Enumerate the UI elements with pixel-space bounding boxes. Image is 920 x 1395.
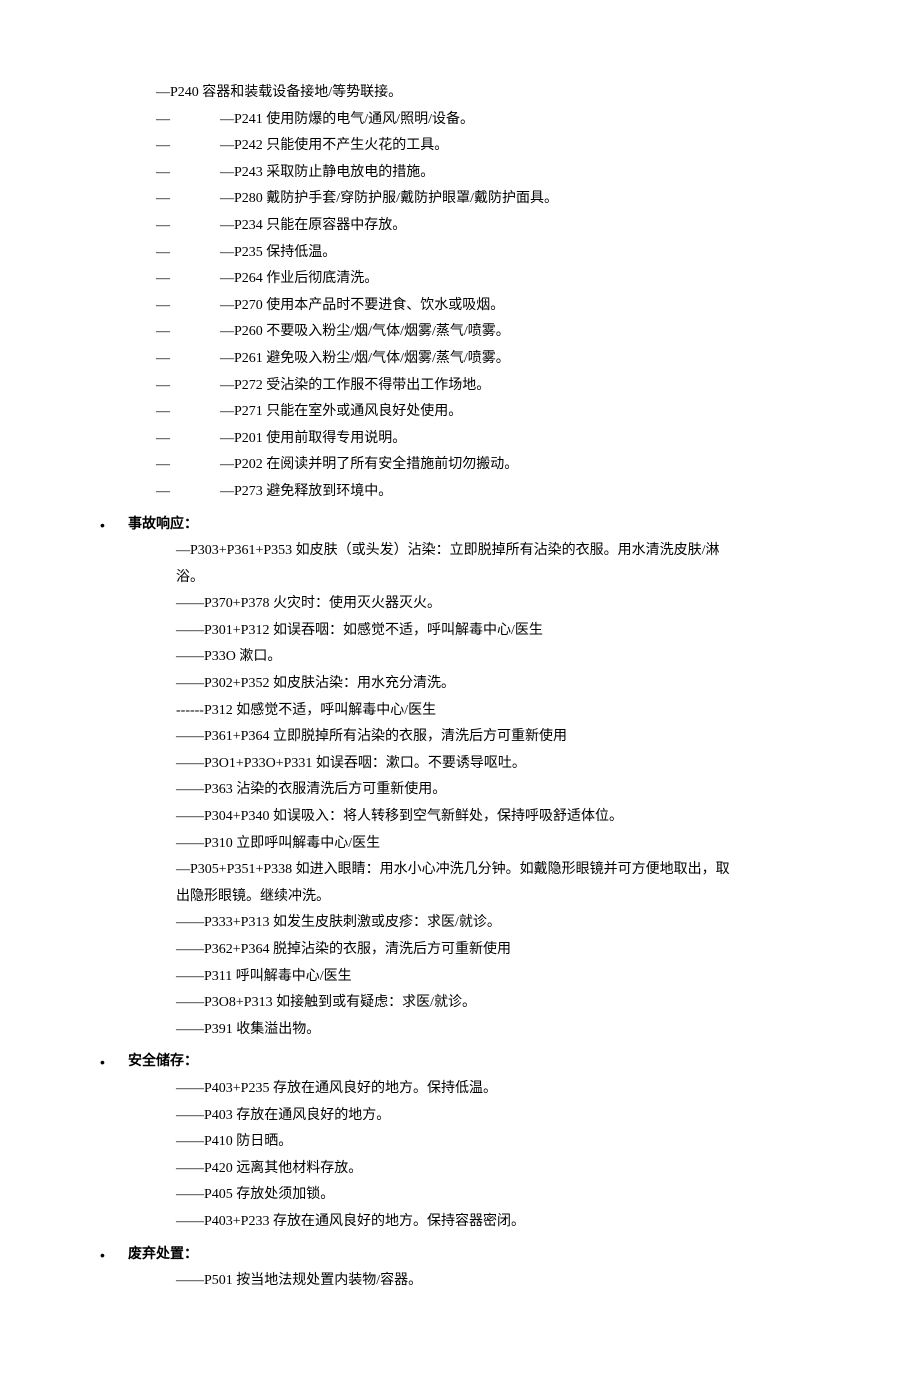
precaution-text: —P234 只能在原容器中存放。 <box>220 218 406 233</box>
response-block1-line1: —P303+P361+P353 如皮肤（或头发）沾染：立即脱掉所有沾染的衣服。用… <box>100 538 820 565</box>
section-disposal-title: 废弃处置： <box>128 1242 198 1269</box>
precaution-first-line: —P240 容器和装载设备接地/等势联接。 <box>100 80 820 107</box>
precaution-line: ——P201 使用前取得专用说明。 <box>100 426 820 453</box>
dash-prefix: — <box>156 479 220 506</box>
dash-prefix: — <box>156 426 220 453</box>
section-storage: • 安全储存： <box>100 1049 820 1076</box>
list-item: ——P361+P364 立即脱掉所有沾染的衣服，清洗后方可重新使用 <box>100 724 820 751</box>
precaution-text: —P201 使用前取得专用说明。 <box>220 431 406 446</box>
precaution-text: —P271 只能在室外或通风良好处使用。 <box>220 404 462 419</box>
precaution-text: —P270 使用本产品时不要进食、饮水或吸烟。 <box>220 298 504 313</box>
list-item: ——P3O8+P313 如接触到或有疑虑：求医/就诊。 <box>100 990 820 1017</box>
precaution-text: —P272 受沾染的工作服不得带出工作场地。 <box>220 378 490 393</box>
precaution-line: ——P264 作业后彻底清洗。 <box>100 266 820 293</box>
list-item: ——P501 按当地法规处置内装物/容器。 <box>100 1268 820 1295</box>
dash-prefix: — <box>156 346 220 373</box>
list-item: ——P311 呼叫解毒中心/医生 <box>100 964 820 991</box>
precaution-line: ——P234 只能在原容器中存放。 <box>100 213 820 240</box>
storage-list: ——P403+P235 存放在通风良好的地方。保持低温。——P403 存放在通风… <box>100 1076 820 1236</box>
section-disposal: • 废弃处置： <box>100 1242 820 1269</box>
precaution-line: ——P242 只能使用不产生火花的工具。 <box>100 133 820 160</box>
precaution-line: ——P243 采取防止静电放电的措施。 <box>100 160 820 187</box>
bullet-icon: • <box>100 512 128 539</box>
list-item: ——P363 沾染的衣服清洗后方可重新使用。 <box>100 777 820 804</box>
precaution-line: ——P270 使用本产品时不要进食、饮水或吸烟。 <box>100 293 820 320</box>
dash-prefix: — <box>156 160 220 187</box>
list-item: ——P333+P313 如发生皮肤刺激或皮疹：求医/就诊。 <box>100 910 820 937</box>
list-item: ——P362+P364 脱掉沾染的衣服，清洗后方可重新使用 <box>100 937 820 964</box>
precaution-line: ——P273 避免释放到环境中。 <box>100 479 820 506</box>
precaution-text: —P264 作业后彻底清洗。 <box>220 271 378 286</box>
list-item: ------P312 如感觉不适，呼叫解毒中心/医生 <box>100 698 820 725</box>
list-item: ——P405 存放处须加锁。 <box>100 1182 820 1209</box>
precaution-text: —P273 避免释放到环境中。 <box>220 484 392 499</box>
precaution-line: ——P271 只能在室外或通风良好处使用。 <box>100 399 820 426</box>
precaution-text: —P241 使用防爆的电气/通风/照明/设备。 <box>220 112 474 127</box>
precaution-text: —P260 不要吸入粉尘/烟/气体/烟雾/蒸气/喷雾。 <box>220 324 510 339</box>
precaution-text: —P280 戴防护手套/穿防护服/戴防护眼罩/戴防护面具。 <box>220 191 558 206</box>
precaution-line: ——P235 保持低温。 <box>100 240 820 267</box>
list-item: ——P302+P352 如皮肤沾染：用水充分清洗。 <box>100 671 820 698</box>
list-item: ——P403+P235 存放在通风良好的地方。保持低温。 <box>100 1076 820 1103</box>
dash-prefix: — <box>156 133 220 160</box>
precaution-text: —P202 在阅读并明了所有安全措施前切勿搬动。 <box>220 457 518 472</box>
section-response: • 事故响应： <box>100 512 820 539</box>
disposal-list: ——P501 按当地法规处置内装物/容器。 <box>100 1268 820 1295</box>
dash-prefix: — <box>156 452 220 479</box>
dash-prefix: — <box>156 373 220 400</box>
list-item: ——P33O 漱口。 <box>100 644 820 671</box>
dash-prefix: — <box>156 399 220 426</box>
response-block2-line1: —P305+P351+P338 如进入眼睛：用水小心冲洗几分钟。如戴隐形眼镜并可… <box>100 857 820 884</box>
response-list2: ——P333+P313 如发生皮肤刺激或皮疹：求医/就诊。——P362+P364… <box>100 910 820 1043</box>
dash-prefix: — <box>156 266 220 293</box>
section-response-title: 事故响应： <box>128 512 198 539</box>
precaution-line: ——P260 不要吸入粉尘/烟/气体/烟雾/蒸气/喷雾。 <box>100 319 820 346</box>
dash-prefix: — <box>156 293 220 320</box>
precaution-line: ——P261 避免吸入粉尘/烟/气体/烟雾/蒸气/喷雾。 <box>100 346 820 373</box>
precaution-text: —P261 避免吸入粉尘/烟/气体/烟雾/蒸气/喷雾。 <box>220 351 510 366</box>
section-storage-title: 安全储存： <box>128 1049 198 1076</box>
dash-prefix: — <box>156 186 220 213</box>
precaution-text: —P235 保持低温。 <box>220 245 336 260</box>
precaution-line: ——P202 在阅读并明了所有安全措施前切勿搬动。 <box>100 452 820 479</box>
list-item: ——P403 存放在通风良好的地方。 <box>100 1103 820 1130</box>
response-block1-line2: 浴。 <box>100 565 820 592</box>
dash-prefix: — <box>156 319 220 346</box>
list-item: ——P310 立即呼叫解毒中心/医生 <box>100 831 820 858</box>
list-item: ——P420 远离其他材料存放。 <box>100 1156 820 1183</box>
list-item: ——P304+P340 如误吸入：将人转移到空气新鲜处，保持呼吸舒适体位。 <box>100 804 820 831</box>
dash-prefix: — <box>156 213 220 240</box>
bullet-icon: • <box>100 1242 128 1269</box>
precaution-list: ——P241 使用防爆的电气/通风/照明/设备。——P242 只能使用不产生火花… <box>100 107 820 506</box>
bullet-icon: • <box>100 1049 128 1076</box>
list-item: ——P3O1+P33O+P331 如误吞咽：漱口。不要诱导呕吐。 <box>100 751 820 778</box>
response-list: ——P370+P378 火灾时：使用灭火器灭火。——P301+P312 如误吞咽… <box>100 591 820 857</box>
list-item: ——P301+P312 如误吞咽：如感觉不适，呼叫解毒中心/医生 <box>100 618 820 645</box>
response-block2-line2: 出隐形眼镜。继续冲洗。 <box>100 884 820 911</box>
list-item: ——P391 收集溢出物。 <box>100 1017 820 1044</box>
dash-prefix: — <box>156 107 220 134</box>
precaution-line: ——P280 戴防护手套/穿防护服/戴防护眼罩/戴防护面具。 <box>100 186 820 213</box>
list-item: ——P410 防日晒。 <box>100 1129 820 1156</box>
precaution-text: —P242 只能使用不产生火花的工具。 <box>220 138 448 153</box>
precaution-line: ——P241 使用防爆的电气/通风/照明/设备。 <box>100 107 820 134</box>
precaution-line: ——P272 受沾染的工作服不得带出工作场地。 <box>100 373 820 400</box>
list-item: ——P403+P233 存放在通风良好的地方。保持容器密闭。 <box>100 1209 820 1236</box>
dash-prefix: — <box>156 240 220 267</box>
list-item: ——P370+P378 火灾时：使用灭火器灭火。 <box>100 591 820 618</box>
precaution-text: —P243 采取防止静电放电的措施。 <box>220 165 434 180</box>
